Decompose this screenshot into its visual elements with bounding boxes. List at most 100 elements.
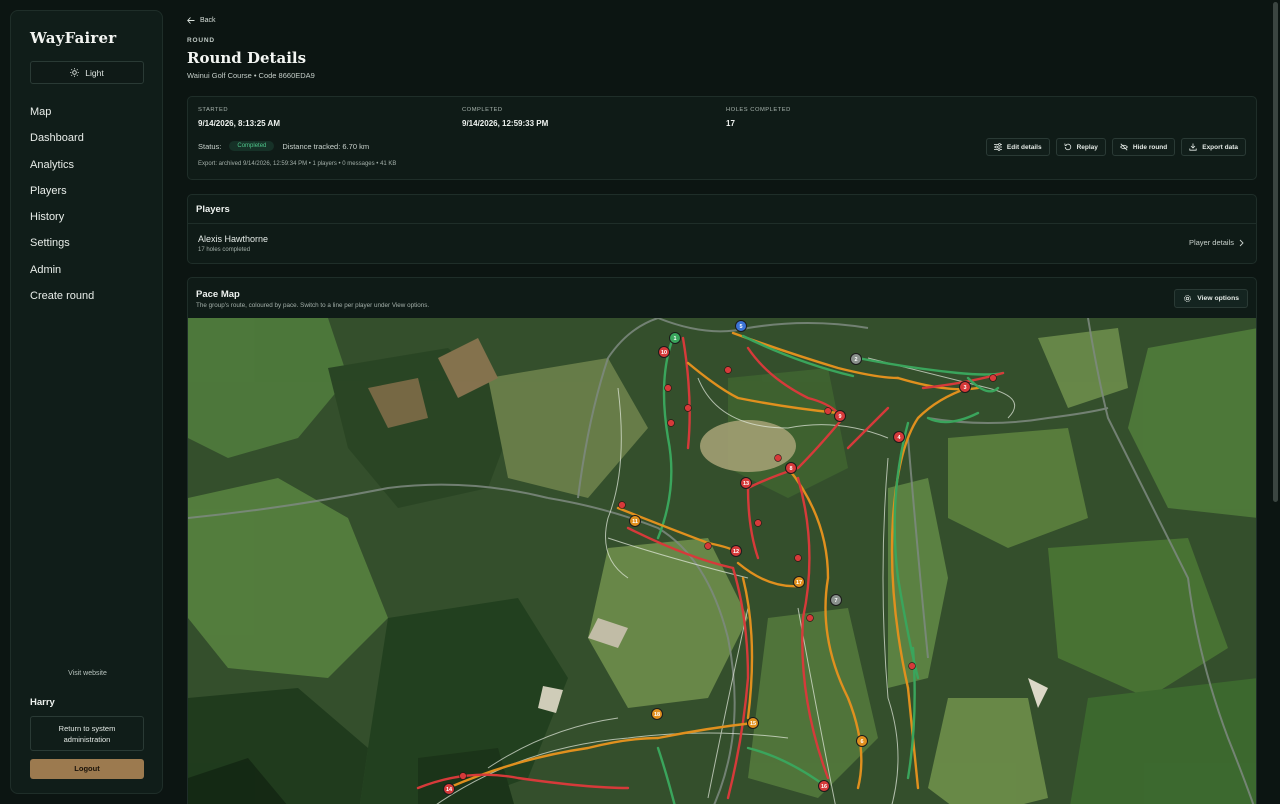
theme-toggle-label: Light [85,67,104,78]
pace-point [908,662,916,670]
pace-point [774,454,782,462]
logout-button[interactable]: Logout [30,759,144,779]
hole-marker-15[interactable]: 15 [747,717,759,729]
user-name: Harry [30,697,55,708]
stat-value: 9/14/2026, 12:59:33 PM [462,119,549,128]
stat-holes: HOLES COMPLETED 17 [726,107,791,128]
pace-map-title: Pace Map [196,289,240,300]
hole-marker-8[interactable]: 8 [785,462,797,474]
return-to-system-button[interactable]: Return to system administration [30,716,144,751]
hole-marker-4[interactable]: 4 [893,431,905,443]
chevron-right-icon [1239,239,1244,246]
export-data-button[interactable]: Export data [1181,138,1246,156]
nav-item-create-round[interactable]: Create round [30,283,94,309]
stat-completed: COMPLETED 9/14/2026, 12:59:33 PM [462,107,548,128]
nav-item-admin[interactable]: Admin [30,257,94,283]
hole-marker-7[interactable]: 7 [830,594,842,606]
nav-item-map[interactable]: Map [30,99,94,125]
replay-icon [1064,143,1071,151]
sun-icon [70,68,80,77]
replay-label: Replay [1076,143,1098,151]
hole-marker-11[interactable]: 11 [629,515,641,527]
back-label: Back [200,17,216,24]
hole-marker-label: 13 [743,481,749,487]
pace-point [794,554,802,562]
stat-label: COMPLETED [462,107,503,113]
arrow-left-icon [187,17,195,24]
view-options-label: View options [1197,295,1239,302]
hole-marker-5[interactable]: 5 [735,320,747,332]
export-info: Export: archived 9/14/2026, 12:59:34 PM … [198,161,397,167]
hole-marker-2[interactable]: 2 [850,353,862,365]
player-row[interactable]: Alexis Hawthorne 17 holes completed Play… [188,224,1256,264]
player-details-link[interactable]: Player details [1189,238,1244,247]
hole-marker-10[interactable]: 10 [658,346,670,358]
pace-point [806,614,814,622]
hole-marker-14[interactable]: 14 [443,783,455,795]
status-badge: Completed [229,141,275,151]
export-data-label: Export data [1202,143,1238,151]
stat-label: HOLES COMPLETED [726,107,791,113]
pace-point [459,772,467,780]
hole-marker-18[interactable]: 18 [651,708,663,720]
stat-value: 9/14/2026, 8:13:25 AM [198,119,280,128]
hole-marker-label: 6 [860,739,863,745]
nav-item-dashboard[interactable]: Dashboard [30,125,94,151]
hole-marker-label: 1 [673,336,676,342]
hole-marker-label: 8 [789,466,792,472]
hole-marker-1[interactable]: 1 [669,332,681,344]
page-title: Round Details [187,49,307,67]
players-card: Players Alexis Hawthorne 17 holes comple… [187,194,1257,264]
hole-marker-16[interactable]: 16 [818,780,830,792]
hole-marker-label: 10 [661,350,667,356]
hole-marker-6[interactable]: 6 [856,735,868,747]
nav-item-analytics[interactable]: Analytics [30,152,94,178]
hole-marker-label: 7 [834,598,837,604]
player-details-label: Player details [1188,238,1234,247]
pace-point [618,501,626,509]
hole-marker-label: 11 [632,519,638,525]
page-scrollbar[interactable] [1273,2,1278,502]
hole-marker-label: 14 [446,787,453,793]
pace-point [684,404,692,412]
round-summary-card: STARTED 9/14/2026, 8:13:25 AM COMPLETED … [187,96,1257,180]
hole-marker-13[interactable]: 13 [740,477,752,489]
replay-button[interactable]: Replay [1055,138,1106,156]
edit-details-button[interactable]: Edit details [985,138,1050,156]
theme-toggle-button[interactable]: Light [30,61,144,84]
pace-point [824,407,832,415]
hole-marker-label: 9 [838,414,841,420]
brand-logo[interactable]: WayFairer [30,29,116,47]
stat-started: STARTED 9/14/2026, 8:13:25 AM [198,107,280,128]
download-icon [1189,143,1197,151]
hole-marker-9[interactable]: 9 [834,410,846,422]
pace-point [664,384,672,392]
view-options-button[interactable]: View options [1174,289,1248,308]
hole-marker-label: 3 [963,385,966,391]
hide-round-button[interactable]: Hide round [1111,138,1176,156]
status-row: Status: Completed Distance tracked: 6.70… [198,141,369,151]
player-name: Alexis Hawthorne [198,234,269,244]
visit-website-link[interactable]: Visit website [11,670,164,677]
round-actions: Edit details Replay Hide round Export da… [985,138,1246,156]
pace-point [667,419,675,427]
hole-marker-label: 16 [821,784,827,790]
page-subtitle: Wainui Golf Course • Code 8660EDA9 [187,71,315,80]
back-link[interactable]: Back [187,17,216,24]
nav-item-settings[interactable]: Settings [30,230,94,256]
pace-point [724,366,732,374]
hole-marker-label: 5 [739,324,742,330]
satellite-map[interactable]: 123456789101112131415161718 [188,318,1257,804]
distance-text: Distance tracked: 6.70 km [282,141,370,151]
hole-marker-17[interactable]: 17 [793,576,805,588]
sliders-icon [993,143,1002,151]
hole-marker-3[interactable]: 3 [959,381,971,393]
nav-item-players[interactable]: Players [30,178,94,204]
gear-icon [1184,295,1192,302]
hole-marker-label: 12 [733,549,739,555]
status-label: Status: [198,141,222,151]
players-heading: Players [188,195,1256,224]
hole-marker-label: 15 [750,721,756,727]
hole-marker-12[interactable]: 12 [730,545,742,557]
nav-item-history[interactable]: History [30,204,94,230]
